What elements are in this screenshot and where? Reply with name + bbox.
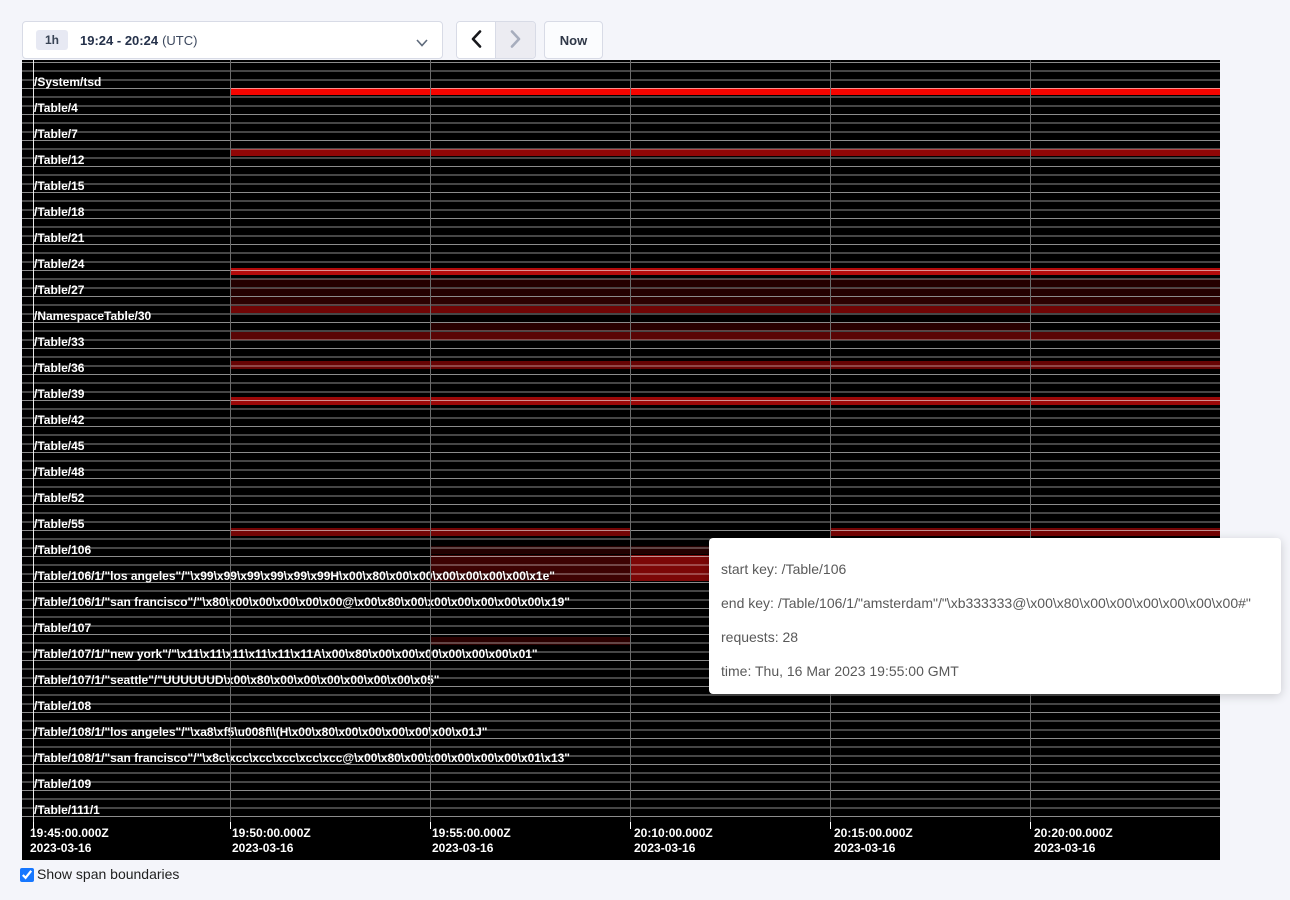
row-label: /Table/108 [34, 699, 91, 713]
axis-time-label: 19:50:00.000Z 2023-03-16 [232, 826, 311, 856]
axis-tick [630, 822, 631, 829]
row-label: /Table/52 [34, 491, 84, 505]
row-label: /Table/7 [34, 127, 78, 141]
chevron-down-icon [416, 34, 428, 52]
next-range-button[interactable] [496, 22, 535, 58]
range-timezone: (UTC) [162, 33, 197, 48]
axis-time-label: 19:55:00.000Z 2023-03-16 [432, 826, 511, 856]
previous-range-button[interactable] [457, 22, 496, 58]
tooltip-line: time: Thu, 16 Mar 2023 19:55:00 GMT [721, 654, 1269, 688]
axis-tick [430, 822, 431, 829]
time-range-selector[interactable]: 1h 19:24 - 20:24 (UTC) [22, 21, 443, 59]
row-label: /Table/108/1/"los angeles"/"\xa8\xf5\u00… [34, 725, 488, 739]
axis-time-label: 19:45:00.000Z 2023-03-16 [30, 826, 109, 856]
range-duration-badge: 1h [36, 30, 68, 50]
axis-time-label: 20:15:00.000Z 2023-03-16 [834, 826, 913, 856]
row-label: /Table/106/1/"los angeles"/"\x99\x99\x99… [34, 569, 555, 583]
row-label: /Table/15 [34, 179, 84, 193]
row-label: /Table/45 [34, 439, 84, 453]
time-nav-group [456, 21, 536, 59]
row-label: /Table/36 [34, 361, 84, 375]
chevron-left-icon [471, 30, 482, 51]
axis-time-label: 20:20:00.000Z 2023-03-16 [1034, 826, 1113, 856]
tooltip-line: requests: 28 [721, 620, 1269, 654]
key-visualizer-heatmap[interactable]: /System/tsd/Table/4/Table/7/Table/12/Tab… [22, 60, 1220, 860]
axis-tick [1030, 822, 1031, 829]
time-axis: 19:45:00.000Z 2023-03-16 19:50:00.000Z 20… [22, 822, 1220, 860]
axis-tick [830, 822, 831, 829]
row-label: /Table/108/1/"san francisco"/"\x8c\xcc\x… [34, 751, 570, 765]
show-span-boundaries-control[interactable]: Show span boundaries [20, 866, 179, 882]
checkbox-label: Show span boundaries [37, 866, 179, 882]
row-label: /Table/111/1 [34, 803, 100, 817]
row-label: /Table/4 [34, 101, 78, 115]
row-label: /Table/106 [34, 543, 91, 557]
now-button[interactable]: Now [544, 21, 603, 59]
row-label: /Table/24 [34, 257, 84, 271]
row-label: /Table/27 [34, 283, 84, 297]
heatmap-row-labels: /System/tsd/Table/4/Table/7/Table/12/Tab… [22, 60, 1220, 822]
key-visualizer-page: 1h 19:24 - 20:24 (UTC) Now /System/tsd/T… [0, 0, 1290, 900]
row-label: /Table/42 [34, 413, 84, 427]
row-label: /Table/107/1/"seattle"/"UUUUUUD\x00\x80\… [34, 673, 439, 687]
row-label: /Table/55 [34, 517, 84, 531]
tooltip-line: start key: /Table/106 [721, 552, 1269, 586]
row-label: /Table/18 [34, 205, 84, 219]
row-label: /NamespaceTable/30 [34, 309, 151, 323]
row-label: /System/tsd [34, 75, 101, 89]
row-label: /Table/109 [34, 777, 91, 791]
row-label: /Table/106/1/"san francisco"/"\x80\x00\x… [34, 595, 570, 609]
show-span-boundaries-checkbox[interactable] [20, 868, 34, 882]
tooltip-line: end key: /Table/106/1/"amsterdam"/"\xb33… [721, 586, 1269, 620]
axis-tick [230, 822, 231, 829]
span-tooltip: start key: /Table/106end key: /Table/106… [709, 538, 1281, 694]
row-label: /Table/12 [34, 153, 84, 167]
row-label: /Table/107/1/"new york"/"\x11\x11\x11\x1… [34, 647, 538, 661]
range-text: 19:24 - 20:24 [80, 33, 158, 48]
row-label: /Table/33 [34, 335, 84, 349]
axis-time-label: 20:10:00.000Z 2023-03-16 [634, 826, 713, 856]
row-label: /Table/48 [34, 465, 84, 479]
row-label: /Table/107 [34, 621, 91, 635]
row-label: /Table/21 [34, 231, 84, 245]
chevron-right-icon [510, 30, 521, 51]
row-label: /Table/39 [34, 387, 84, 401]
